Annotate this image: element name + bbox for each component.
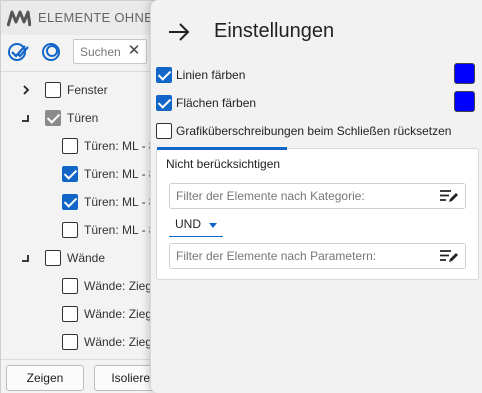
filter-heading: Nicht berücksichtigen [166, 157, 281, 171]
parameter-filter-input[interactable] [170, 244, 432, 268]
checkbox[interactable] [45, 110, 61, 126]
list-edit-icon[interactable] [439, 188, 459, 204]
tree-item-waende-child[interactable]: Wände: Ziege [62, 328, 159, 356]
tree-item-label: Türen: ML - 8 [84, 167, 156, 181]
checkbox[interactable] [62, 306, 78, 322]
filter-group: Nicht berücksichtigen UND [156, 147, 479, 280]
search-field[interactable]: ✕ [73, 39, 147, 64]
checkbox[interactable] [62, 194, 78, 210]
app-logo-icon [7, 10, 31, 27]
operator-dropdown[interactable]: UND [169, 213, 223, 237]
show-button[interactable]: Zeigen [6, 365, 84, 391]
tab-indicator [157, 147, 287, 150]
tree-item-label: Türen: ML - 8 [84, 223, 156, 237]
tree-item-tueren-child[interactable]: Türen: ML - 8 [62, 188, 156, 216]
tree-item-fenster[interactable]: Fenster [21, 76, 108, 104]
color-lines-option[interactable]: Linien färben [156, 66, 245, 84]
tree-item-label: Türen: ML - 8 [84, 139, 156, 153]
tree-item-label: Wände [67, 251, 106, 265]
double-check-icon[interactable] [6, 40, 30, 64]
tree-item-label: Türen: ML - 8 [84, 195, 156, 209]
tree-item-label: Wände: Ziege [84, 307, 159, 321]
tree-item-label: Wände: Ziege [84, 279, 159, 293]
window-title: ELEMENTE OHNE [38, 10, 154, 25]
color-lines-checkbox[interactable] [156, 67, 172, 83]
checkbox[interactable] [62, 166, 78, 182]
chevron-down-icon[interactable] [209, 223, 217, 228]
checkbox[interactable] [45, 82, 61, 98]
arrow-right-icon[interactable] [167, 21, 191, 43]
checkbox[interactable] [62, 222, 78, 238]
tree-item-label: Türen [67, 111, 99, 125]
tree-item-tueren-child[interactable]: Türen: ML - 8 [62, 160, 156, 188]
tree-item-label: Fenster [67, 83, 108, 97]
face-color-swatch[interactable] [454, 91, 475, 112]
list-edit-icon[interactable] [439, 248, 459, 264]
tree-item-tueren-child[interactable]: Türen: ML - 8 [62, 132, 156, 160]
close-icon[interactable]: ✕ [126, 43, 142, 59]
tree-item-tueren[interactable]: Türen [21, 104, 98, 132]
line-color-swatch[interactable] [454, 63, 475, 84]
operator-value: UND [175, 217, 201, 231]
checkbox[interactable] [62, 334, 78, 350]
tree-item-waende[interactable]: Wände [21, 244, 105, 272]
panel-title: Einstellungen [214, 20, 335, 42]
reset-overrides-label: Grafiküberschreibungen beim Schließen rü… [176, 124, 452, 138]
search-input[interactable] [74, 40, 124, 63]
tree-item-label: Wände: Ziege [84, 335, 159, 349]
checkbox[interactable] [62, 138, 78, 154]
chevron-expanded-icon[interactable] [19, 112, 31, 124]
tree-item-waende-child[interactable]: Wände: Ziege [62, 272, 159, 300]
settings-panel: Einstellungen Linien färben Flächen färb… [150, 0, 482, 393]
category-filter-field[interactable] [169, 183, 466, 209]
color-faces-option[interactable]: Flächen färben [156, 94, 256, 112]
checkbox[interactable] [62, 278, 78, 294]
checkbox[interactable] [45, 250, 61, 266]
color-faces-checkbox[interactable] [156, 95, 172, 111]
chevron-expanded-icon[interactable] [19, 252, 31, 264]
element-tree: Fenster Türen Türen: ML - 8 Türen: ML - … [1, 71, 159, 359]
color-lines-label: Linien färben [176, 68, 246, 82]
reset-overrides-option[interactable]: Grafiküberschreibungen beim Schließen rü… [156, 122, 451, 140]
color-faces-label: Flächen färben [176, 96, 257, 110]
reset-overrides-checkbox[interactable] [156, 123, 172, 139]
tree-item-tueren-child[interactable]: Türen: ML - 8 [62, 216, 156, 244]
chevron-right-icon[interactable] [20, 84, 32, 96]
tree-item-waende-child[interactable]: Wände: Ziege [62, 300, 159, 328]
parameter-filter-field[interactable] [169, 243, 466, 269]
category-filter-input[interactable] [170, 184, 432, 208]
refresh-rings-icon[interactable] [39, 40, 63, 64]
